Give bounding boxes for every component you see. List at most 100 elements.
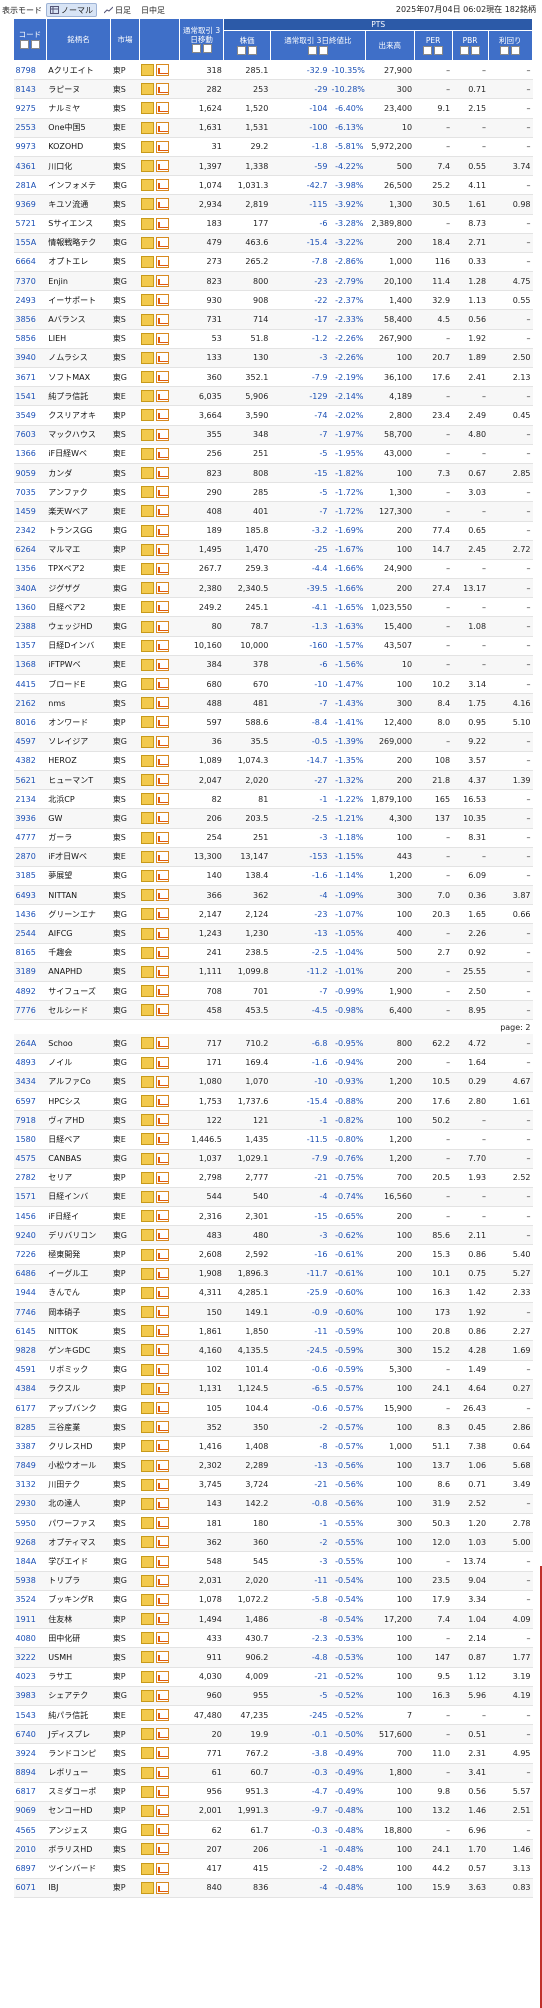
board-icon[interactable] [141, 1536, 155, 1549]
stock-name[interactable]: アップバンク [46, 1398, 111, 1419]
stock-name[interactable]: 川口化 [46, 156, 111, 177]
stock-name[interactable]: 北の達人 [46, 1494, 111, 1515]
chart-icon[interactable] [156, 1344, 170, 1357]
chart-icon[interactable] [156, 639, 170, 652]
stock-name[interactable]: オプティマス [46, 1532, 111, 1553]
board-icon[interactable] [141, 1497, 155, 1510]
chart-icon[interactable] [156, 409, 170, 422]
chart-icon[interactable] [156, 1651, 170, 1664]
board-icon[interactable] [141, 121, 155, 134]
stock-name[interactable]: デリバリコン [46, 1225, 111, 1246]
chart-icon[interactable] [156, 524, 170, 537]
stock-code[interactable]: 7776 [13, 1000, 47, 1021]
mode-intraday-button[interactable]: 日中足 [138, 4, 168, 16]
stock-code[interactable]: 6493 [13, 885, 47, 906]
chart-icon[interactable] [156, 1785, 170, 1798]
stock-name[interactable]: きんでん [46, 1283, 111, 1304]
chart-icon[interactable] [156, 965, 170, 978]
table-row[interactable]: 3940 ノムラシス 東S 133 130 -3 -2.26% 100 20.7 1.89 2.50 [13, 348, 533, 369]
table-row[interactable]: 2553 One中国5 東E 1,631 1,531 -100 -6.13% 10– – – [13, 118, 533, 138]
stock-code[interactable]: 4565 [13, 1820, 47, 1841]
stock-code[interactable]: 3524 [13, 1590, 47, 1611]
stock-name[interactable]: ブッキングR [46, 1590, 111, 1611]
stock-name[interactable]: スミダコーポ [46, 1782, 111, 1802]
table-row[interactable]: 1911 住友林 東P 1,494 1,486 -8 -0.54% 17,200 7.4 1.04… [13, 1609, 533, 1630]
table-row[interactable]: 2870 iF才日Wベ 東E 13,300 13,147 -153 -1.15% 443– – – [13, 847, 533, 867]
board-icon[interactable] [141, 1306, 155, 1319]
board-icon[interactable] [141, 1190, 155, 1203]
chart-icon[interactable] [156, 1133, 170, 1146]
board-icon[interactable] [141, 1171, 155, 1184]
stock-name[interactable]: アルファCo [46, 1072, 111, 1092]
stock-name[interactable]: カンダ [46, 463, 111, 484]
board-icon[interactable] [141, 390, 155, 403]
chart-icon[interactable] [156, 658, 170, 671]
chart-icon[interactable] [156, 428, 170, 441]
table-row[interactable]: 1368 iFTPWベ 東E 384 378 -6 -1.56% 10– – – [13, 655, 533, 676]
stock-name[interactable]: マルマエ [46, 540, 111, 560]
chart-icon[interactable] [156, 1555, 170, 1568]
stock-code[interactable]: 1459 [13, 501, 47, 522]
stock-name[interactable]: ブロードE [46, 674, 111, 695]
chart-icon[interactable] [156, 236, 170, 249]
stock-code[interactable]: 8894 [13, 1763, 47, 1783]
board-icon[interactable] [141, 869, 155, 882]
stock-code[interactable]: 3856 [13, 309, 47, 330]
stock-name[interactable]: ボラリスHD [46, 1839, 111, 1860]
board-icon[interactable] [141, 140, 155, 153]
board-icon[interactable] [141, 255, 155, 268]
chart-icon[interactable] [156, 831, 170, 844]
table-row[interactable]: 6664 オプトエレ 東S 273 265.2 -7.8 -2.86% 1,000 116 0.3… [13, 252, 533, 273]
stock-code[interactable]: 2388 [13, 616, 47, 637]
stock-code[interactable]: 7370 [13, 271, 47, 292]
board-icon[interactable] [141, 850, 155, 863]
stock-code[interactable]: 6177 [13, 1398, 47, 1419]
col-header-price[interactable]: 株価 [223, 30, 271, 61]
chart-icon[interactable] [156, 1459, 170, 1472]
table-row[interactable]: 3936 GW 東G 206 203.5 -2.5 -1.21% 4,300 137 10.35– [13, 808, 533, 829]
board-icon[interactable] [141, 1613, 155, 1626]
sort-toggle-icon[interactable] [423, 45, 433, 55]
stock-code[interactable]: 8165 [13, 943, 47, 963]
table-row[interactable]: 1357 日経Dインバ 東E 10,160 10,000 -160 -1.57% 43,507… [13, 636, 533, 656]
table-row[interactable]: 1543 純パラ信託 東E 47,480 47,235 -245 -0.52% 7– – – [13, 1705, 533, 1726]
stock-name[interactable]: パワーファス [46, 1513, 111, 1534]
stock-name[interactable]: ラサ工 [46, 1667, 111, 1687]
table-row[interactable]: 8285 三谷産業 東S 352 350 -2 -0.57% 100 8.3 0.45 2.86 [13, 1417, 533, 1438]
table-row[interactable]: 3132 川田テク 東S 3,745 3,724 -21 -0.56% 100 8.6 0.71 3… [13, 1475, 533, 1495]
stock-code[interactable]: 4597 [13, 732, 47, 752]
board-icon[interactable] [141, 889, 155, 902]
table-row[interactable]: 4384 ラクスル 東P 1,131 1,124.5 -6.5 -0.57% 100 24.1 4… [13, 1379, 533, 1399]
chart-icon[interactable] [156, 1004, 170, 1017]
stock-code[interactable]: 2544 [13, 923, 47, 944]
table-row[interactable]: 5721 Sサイエンス 東S 183 177 -6 -3.28% 2,389,800–8.73… [13, 214, 533, 234]
chart-icon[interactable] [156, 1517, 170, 1530]
table-row[interactable]: 8894 レボリュー 東S 61 60.7 -0.3 -0.49% 1,800–3.41– [13, 1763, 533, 1783]
board-icon[interactable] [141, 1459, 155, 1472]
table-row[interactable]: 4080 田中化研 東S 433 430.7 -2.3 -0.53% 100–2.14– [13, 1628, 533, 1649]
sort-toggle-icon[interactable] [19, 39, 29, 49]
chart-icon[interactable] [156, 1402, 170, 1415]
stock-code[interactable]: 4893 [13, 1053, 47, 1073]
board-icon[interactable] [141, 1785, 155, 1798]
stock-code[interactable]: 5856 [13, 329, 47, 349]
stock-name[interactable]: 千趣会 [46, 943, 111, 963]
chart-icon[interactable] [156, 255, 170, 268]
table-row[interactable]: 8016 オンワード 東P 597 588.6 -8.4 -1.41% 12,400 8.0 0.… [13, 712, 533, 733]
board-icon[interactable] [141, 1286, 155, 1299]
stock-code[interactable]: 155A [13, 233, 47, 253]
stock-code[interactable]: 3671 [13, 367, 47, 388]
chart-icon[interactable] [156, 1881, 170, 1894]
stock-code[interactable]: 1436 [13, 904, 47, 925]
stock-name[interactable]: オプトエレ [46, 252, 111, 273]
chart-icon[interactable] [156, 1421, 170, 1434]
board-icon[interactable] [141, 1402, 155, 1415]
board-icon[interactable] [141, 1881, 155, 1894]
chart-icon[interactable] [156, 1267, 170, 1280]
stock-code[interactable]: 9973 [13, 137, 47, 157]
chart-icon[interactable] [156, 774, 170, 787]
table-row[interactable]: 1541 純プラ信託 東E 6,035 5,906 -129 -2.14% 4,189– – – [13, 386, 533, 407]
stock-name[interactable]: セリア [46, 1168, 111, 1188]
chart-icon[interactable] [156, 467, 170, 480]
stock-name[interactable]: ジグザグ [46, 578, 111, 599]
